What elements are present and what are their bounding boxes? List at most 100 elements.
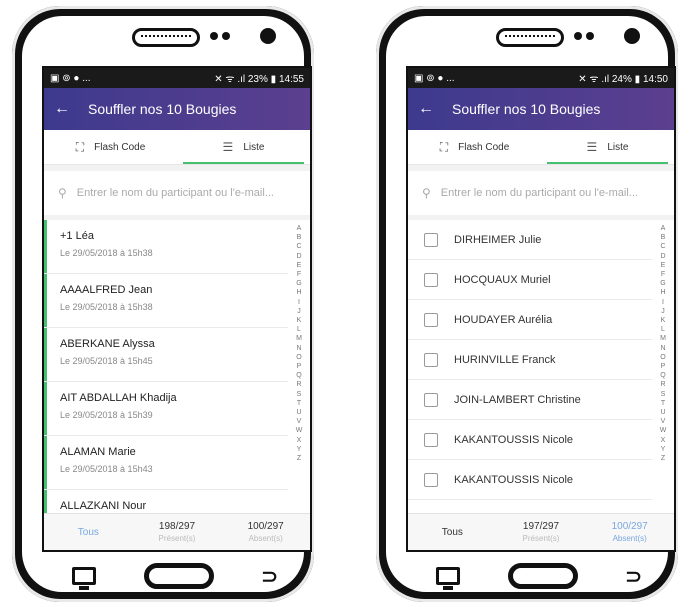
checkbox[interactable] — [424, 232, 438, 247]
alphabet-letter[interactable]: F — [661, 270, 665, 279]
filter-present[interactable]: 198/297 Présent(s) — [133, 514, 222, 550]
alphabet-letter[interactable]: M — [660, 334, 666, 343]
alphabet-letter[interactable]: P — [661, 362, 666, 371]
list-item[interactable]: KAKANTOUSSIS Nicole — [408, 460, 652, 500]
alphabet-letter[interactable]: R — [660, 380, 665, 389]
alphabet-letter[interactable]: X — [297, 436, 302, 445]
list-item[interactable]: AAAALFRED Jean Le 29/05/2018 à 15h38 — [44, 274, 288, 328]
search-input[interactable]: Entrer le nom du participant ou l'e-mail… — [441, 187, 638, 199]
alphabet-letter[interactable]: Y — [661, 445, 666, 454]
alphabet-letter[interactable]: W — [296, 426, 303, 435]
list-item[interactable]: ALLAZKANI Nour — [44, 490, 288, 514]
alphabet-letter[interactable]: M — [296, 334, 302, 343]
alphabet-letter[interactable]: O — [660, 353, 665, 362]
page-title: Souffler nos 10 Bougies — [88, 101, 237, 117]
alphabet-letter[interactable]: F — [297, 270, 301, 279]
home-button[interactable] — [143, 563, 214, 589]
filter-absent[interactable]: 100/297 Absent(s) — [221, 514, 310, 550]
alphabet-letter[interactable]: Q — [660, 371, 665, 380]
list-item[interactable]: HOUDAYER Aurélia — [408, 300, 652, 340]
back-arrow-icon[interactable]: ← — [54, 100, 88, 118]
search-bar[interactable]: ⚲ Entrer le nom du participant ou l'e-ma… — [408, 171, 674, 215]
checkbox[interactable] — [424, 392, 438, 407]
back-icon[interactable]: ⊃ — [261, 564, 278, 589]
alphabet-letter[interactable]: A — [661, 224, 666, 233]
tab-flash-code[interactable]: ⛶ Flash Code — [44, 130, 177, 164]
alphabet-letter[interactable]: O — [296, 353, 301, 362]
alphabet-letter[interactable]: T — [661, 399, 665, 408]
list-item[interactable]: AIT ABDALLAH Khadija Le 29/05/2018 à 15h… — [44, 382, 288, 436]
checkbox[interactable] — [424, 352, 438, 367]
alphabet-letter[interactable]: H — [660, 288, 665, 297]
checkbox[interactable] — [424, 312, 438, 327]
alphabet-letter[interactable]: E — [297, 261, 302, 270]
alphabet-letter[interactable]: L — [297, 325, 301, 334]
alphabet-letter[interactable]: I — [298, 298, 300, 307]
alphabet-letter[interactable]: C — [660, 242, 665, 251]
list-item[interactable]: DIRHEIMER Julie — [408, 220, 652, 260]
alphabet-letter[interactable]: Z — [297, 454, 301, 463]
alphabet-index[interactable]: ABCDEFGHIJKLMNOPQRSTUVWXYZ — [288, 220, 310, 514]
alphabet-letter[interactable]: G — [296, 279, 301, 288]
alphabet-letter[interactable]: I — [662, 298, 664, 307]
alphabet-index[interactable]: ABCDEFGHIJKLMNOPQRSTUVWXYZ — [652, 220, 674, 514]
checkbox[interactable] — [424, 472, 438, 487]
alphabet-letter[interactable]: A — [297, 224, 302, 233]
alphabet-letter[interactable]: H — [296, 288, 301, 297]
alphabet-letter[interactable]: V — [297, 417, 302, 426]
alphabet-letter[interactable]: N — [660, 344, 665, 353]
alphabet-letter[interactable]: J — [661, 307, 665, 316]
recent-apps-icon[interactable] — [436, 567, 460, 590]
status-right: ✕ ᯤ .ıl 23% ▮ 14:55 — [214, 71, 304, 85]
alphabet-letter[interactable]: S — [297, 390, 302, 399]
alphabet-letter[interactable]: C — [296, 242, 301, 251]
recent-apps-icon[interactable] — [72, 567, 96, 590]
list-item[interactable]: ABERKANE Alyssa Le 29/05/2018 à 15h45 — [44, 328, 288, 382]
alphabet-letter[interactable]: G — [660, 279, 665, 288]
alphabet-letter[interactable]: U — [660, 408, 665, 417]
tab-liste[interactable]: ☰ Liste — [541, 130, 674, 164]
search-bar[interactable]: ⚲ Entrer le nom du participant ou l'e-ma… — [44, 171, 310, 215]
alphabet-letter[interactable]: K — [297, 316, 302, 325]
alphabet-letter[interactable]: B — [297, 233, 302, 242]
alphabet-letter[interactable]: B — [661, 233, 666, 242]
checkbox[interactable] — [424, 272, 438, 287]
checkbox[interactable] — [424, 432, 438, 447]
list-item[interactable]: KAKANTOUSSIS Nicole — [408, 420, 652, 460]
alphabet-letter[interactable]: Z — [661, 454, 665, 463]
back-icon[interactable]: ⊃ — [625, 564, 642, 589]
checkin-date: Le 29/05/2018 à 15h38 — [60, 302, 153, 312]
alphabet-letter[interactable]: Q — [296, 371, 301, 380]
alphabet-letter[interactable]: W — [660, 426, 667, 435]
alphabet-letter[interactable]: Y — [297, 445, 302, 454]
list-item[interactable]: +1 Léa Le 29/05/2018 à 15h38 — [44, 220, 288, 274]
home-button[interactable] — [507, 563, 578, 589]
list-item[interactable]: HOCQUAUX Muriel — [408, 260, 652, 300]
alphabet-letter[interactable]: D — [296, 252, 301, 261]
list-item[interactable]: JOIN-LAMBERT Christine — [408, 380, 652, 420]
alphabet-letter[interactable]: N — [296, 344, 301, 353]
alphabet-letter[interactable]: R — [296, 380, 301, 389]
list-item[interactable]: ALAMAN Marie Le 29/05/2018 à 15h43 — [44, 436, 288, 490]
alphabet-letter[interactable]: X — [661, 436, 666, 445]
alphabet-letter[interactable]: E — [661, 261, 666, 270]
battery-icon: ▮ — [634, 74, 641, 85]
alphabet-letter[interactable]: L — [661, 325, 665, 334]
alphabet-letter[interactable]: S — [661, 390, 666, 399]
back-arrow-icon[interactable]: ← — [418, 100, 452, 118]
alphabet-letter[interactable]: V — [661, 417, 666, 426]
alphabet-letter[interactable]: J — [297, 307, 301, 316]
filter-all[interactable]: Tous — [44, 514, 133, 550]
tab-flash-code[interactable]: ⛶ Flash Code — [408, 130, 541, 164]
alphabet-letter[interactable]: D — [660, 252, 665, 261]
filter-all[interactable]: Tous — [408, 514, 497, 550]
tab-liste[interactable]: ☰ Liste — [177, 130, 310, 164]
alphabet-letter[interactable]: T — [297, 399, 301, 408]
search-input[interactable]: Entrer le nom du participant ou l'e-mail… — [77, 187, 274, 199]
alphabet-letter[interactable]: P — [297, 362, 302, 371]
alphabet-letter[interactable]: U — [296, 408, 301, 417]
alphabet-letter[interactable]: K — [661, 316, 666, 325]
list-item[interactable]: HURINVILLE Franck — [408, 340, 652, 380]
filter-present[interactable]: 197/297 Présent(s) — [497, 514, 586, 550]
filter-absent[interactable]: 100/297 Absent(s) — [585, 514, 674, 550]
